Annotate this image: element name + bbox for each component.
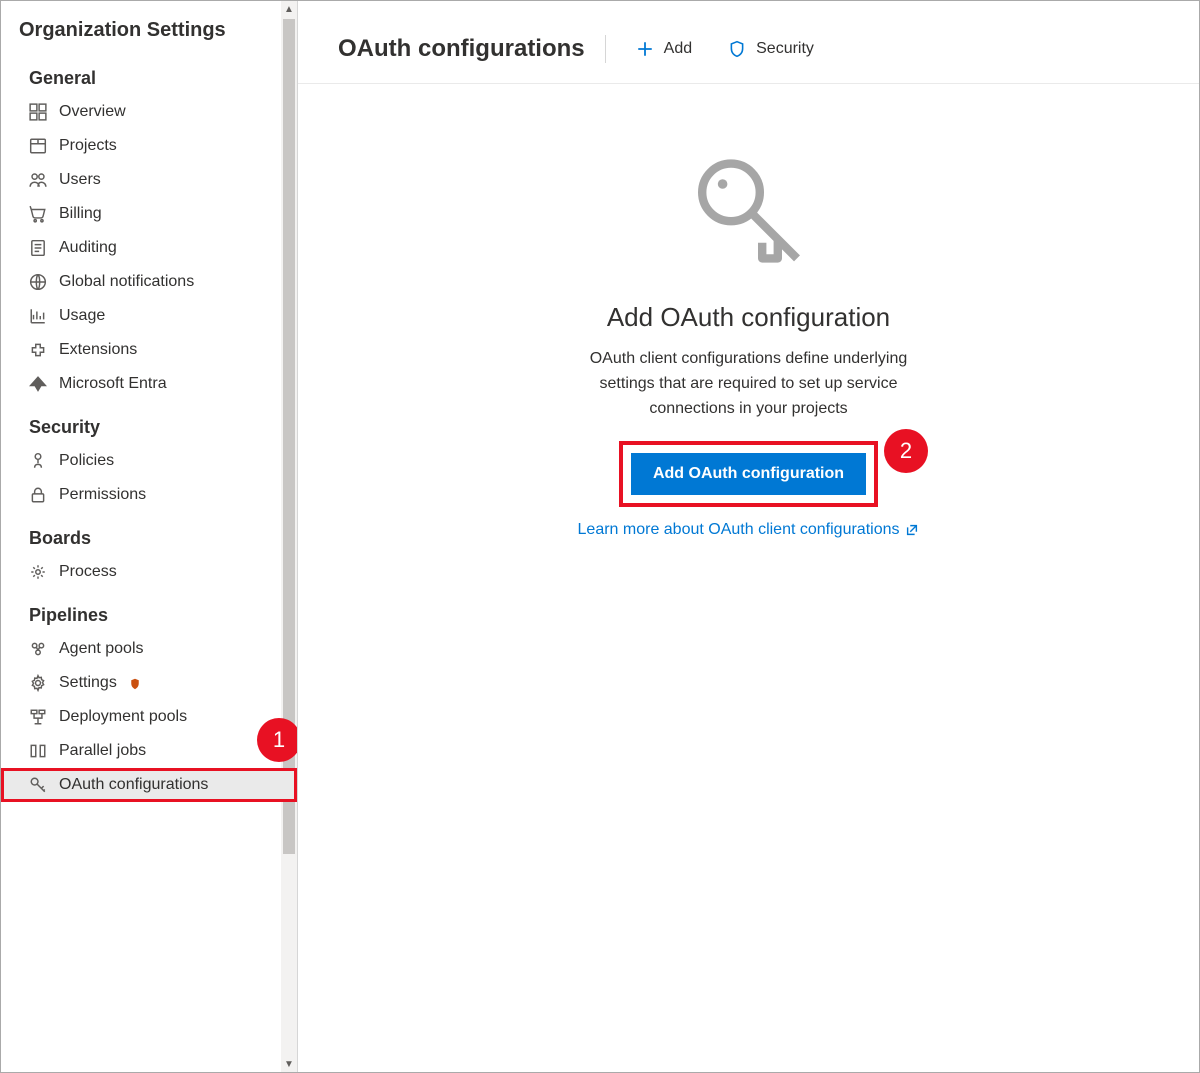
sidebar-item-oauth-configurations[interactable]: OAuth configurations — [1, 768, 297, 802]
sidebar-item-overview[interactable]: Overview — [1, 95, 297, 129]
auditing-icon — [29, 239, 47, 257]
section-title-general: General — [1, 52, 297, 95]
sidebar-item-label: Process — [59, 563, 117, 581]
sidebar-item-auditing[interactable]: Auditing — [1, 231, 297, 265]
gear-icon — [29, 674, 47, 692]
sidebar-item-label: Global notifications — [59, 273, 194, 291]
parallel-jobs-icon — [29, 742, 47, 760]
sidebar-item-label: OAuth configurations — [59, 776, 208, 794]
sidebar-item-label: Settings — [59, 674, 117, 692]
lock-icon — [29, 486, 47, 504]
add-button[interactable]: Add — [630, 36, 698, 62]
billing-icon — [29, 205, 47, 223]
plus-icon — [636, 40, 654, 58]
sidebar-item-label: Overview — [59, 103, 126, 121]
scroll-down-icon[interactable]: ▼ — [281, 1056, 297, 1072]
section-title-boards: Boards — [1, 512, 297, 555]
sidebar-item-extensions[interactable]: Extensions — [1, 333, 297, 367]
sidebar-item-microsoft-entra[interactable]: Microsoft Entra — [1, 367, 297, 401]
external-link-icon — [905, 523, 919, 537]
projects-icon — [29, 137, 47, 155]
sidebar: ▲ ▼ Organization Settings General Overvi… — [1, 1, 298, 1072]
sidebar-item-label: Agent pools — [59, 640, 144, 658]
agent-pools-icon — [29, 640, 47, 658]
sidebar-item-global-notifications[interactable]: Global notifications — [1, 265, 297, 299]
sidebar-item-label: Billing — [59, 205, 102, 223]
callout-badge-1: 1 — [257, 718, 297, 762]
sidebar-item-label: Policies — [59, 452, 114, 470]
sidebar-item-permissions[interactable]: Permissions — [1, 478, 297, 512]
shield-warning-icon — [129, 677, 141, 689]
sidebar-item-label: Users — [59, 171, 101, 189]
sidebar-item-agent-pools[interactable]: Agent pools — [1, 632, 297, 666]
key-illustration-icon — [689, 154, 809, 278]
page-title: OAuth configurations — [338, 35, 606, 63]
section-title-pipelines: Pipelines — [1, 589, 297, 632]
sidebar-item-pipeline-settings[interactable]: Settings — [1, 666, 297, 700]
sidebar-item-process[interactable]: Process — [1, 555, 297, 589]
add-oauth-configuration-button[interactable]: Add OAuth configuration — [631, 453, 866, 495]
add-button-label: Add — [664, 40, 692, 58]
empty-state-title: Add OAuth configuration — [607, 302, 890, 333]
sidebar-item-label: Parallel jobs — [59, 742, 146, 760]
process-icon — [29, 563, 47, 581]
users-icon — [29, 171, 47, 189]
sidebar-item-usage[interactable]: Usage — [1, 299, 297, 333]
sidebar-item-label: Auditing — [59, 239, 117, 257]
security-button[interactable]: Security — [722, 36, 820, 62]
main-content: OAuth configurations Add Security — [298, 1, 1199, 1072]
deployment-pools-icon — [29, 708, 47, 726]
policies-icon — [29, 452, 47, 470]
usage-icon — [29, 307, 47, 325]
scroll-up-icon[interactable]: ▲ — [281, 1, 297, 17]
empty-state: Add OAuth configuration OAuth client con… — [298, 84, 1199, 539]
callout-badge-2: 2 — [884, 429, 928, 473]
sidebar-title: Organization Settings — [1, 1, 297, 52]
entra-icon — [29, 375, 47, 393]
security-button-label: Security — [756, 40, 814, 58]
empty-state-description: OAuth client configurations define under… — [589, 347, 909, 421]
sidebar-item-label: Usage — [59, 307, 105, 325]
sidebar-item-users[interactable]: Users — [1, 163, 297, 197]
shield-icon — [728, 40, 746, 58]
sidebar-item-billing[interactable]: Billing — [1, 197, 297, 231]
learn-more-link[interactable]: Learn more about OAuth client configurat… — [578, 521, 920, 539]
sidebar-item-label: Projects — [59, 137, 117, 155]
overview-icon — [29, 103, 47, 121]
sidebar-item-label: Deployment pools — [59, 708, 187, 726]
sidebar-item-label: Permissions — [59, 486, 146, 504]
extensions-icon — [29, 341, 47, 359]
globe-icon — [29, 273, 47, 291]
page-header: OAuth configurations Add Security — [298, 1, 1199, 84]
sidebar-item-projects[interactable]: Projects — [1, 129, 297, 163]
key-icon — [29, 776, 47, 794]
sidebar-item-policies[interactable]: Policies — [1, 444, 297, 478]
learn-more-link-label: Learn more about OAuth client configurat… — [578, 521, 900, 539]
primary-button-highlight: Add OAuth configuration 2 — [623, 445, 874, 503]
section-title-security: Security — [1, 401, 297, 444]
sidebar-item-label: Microsoft Entra — [59, 375, 167, 393]
sidebar-item-label: Extensions — [59, 341, 137, 359]
sidebar-item-deployment-pools[interactable]: Deployment pools — [1, 700, 297, 734]
sidebar-item-parallel-jobs[interactable]: Parallel jobs 1 — [1, 734, 297, 768]
